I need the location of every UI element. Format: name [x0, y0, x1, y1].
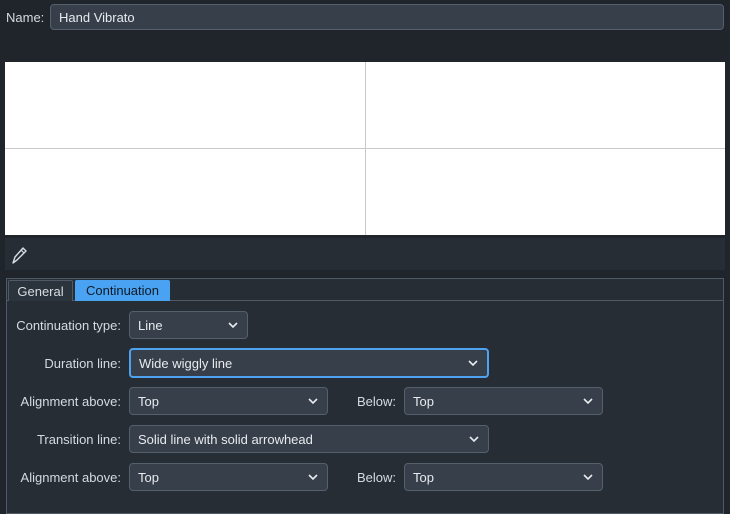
- preview-toolbar: [5, 238, 725, 270]
- tab-general[interactable]: General: [8, 280, 73, 301]
- continuation-type-select[interactable]: Line: [129, 311, 248, 339]
- below-value: Top: [413, 393, 434, 409]
- transition-below-value: Top: [413, 469, 434, 485]
- chevron-down-icon: [469, 436, 479, 443]
- preview-horizontal-axis: [5, 148, 725, 149]
- tab-general-label: General: [17, 283, 64, 299]
- transition-below-label: Below:: [356, 470, 396, 485]
- chevron-down-icon: [583, 474, 593, 481]
- chevron-down-icon: [308, 474, 318, 481]
- continuation-type-label: Continuation type:: [16, 318, 121, 333]
- name-label: Name:: [6, 10, 45, 25]
- below-select[interactable]: Top: [404, 387, 603, 415]
- tab-continuation-label: Continuation: [86, 283, 159, 298]
- chevron-down-icon: [308, 398, 318, 405]
- pencil-icon[interactable]: [10, 246, 28, 269]
- chevron-down-icon: [468, 360, 478, 367]
- name-input-value: Hand Vibrato: [59, 9, 135, 25]
- tab-continuation[interactable]: Continuation: [75, 280, 170, 301]
- transition-alignment-above-label: Alignment above:: [20, 470, 121, 485]
- transition-alignment-above-select[interactable]: Top: [129, 463, 328, 491]
- chevron-down-icon: [583, 398, 593, 405]
- transition-alignment-above-value: Top: [138, 469, 159, 485]
- name-input[interactable]: Hand Vibrato: [50, 4, 724, 30]
- transition-line-value: Solid line with solid arrowhead: [138, 431, 313, 447]
- preview-canvas: [5, 62, 725, 235]
- duration-line-select[interactable]: Wide wiggly line: [129, 348, 489, 378]
- alignment-above-label: Alignment above:: [20, 394, 121, 409]
- alignment-above-value: Top: [138, 393, 159, 409]
- alignment-above-select[interactable]: Top: [129, 387, 328, 415]
- transition-below-select[interactable]: Top: [404, 463, 603, 491]
- duration-line-value: Wide wiggly line: [139, 355, 233, 371]
- transition-line-label: Transition line:: [36, 432, 121, 447]
- continuation-type-value: Line: [138, 317, 163, 333]
- transition-line-select[interactable]: Solid line with solid arrowhead: [129, 425, 489, 453]
- below-label: Below:: [356, 394, 396, 409]
- chevron-down-icon: [228, 322, 238, 329]
- duration-line-label: Duration line:: [44, 356, 121, 371]
